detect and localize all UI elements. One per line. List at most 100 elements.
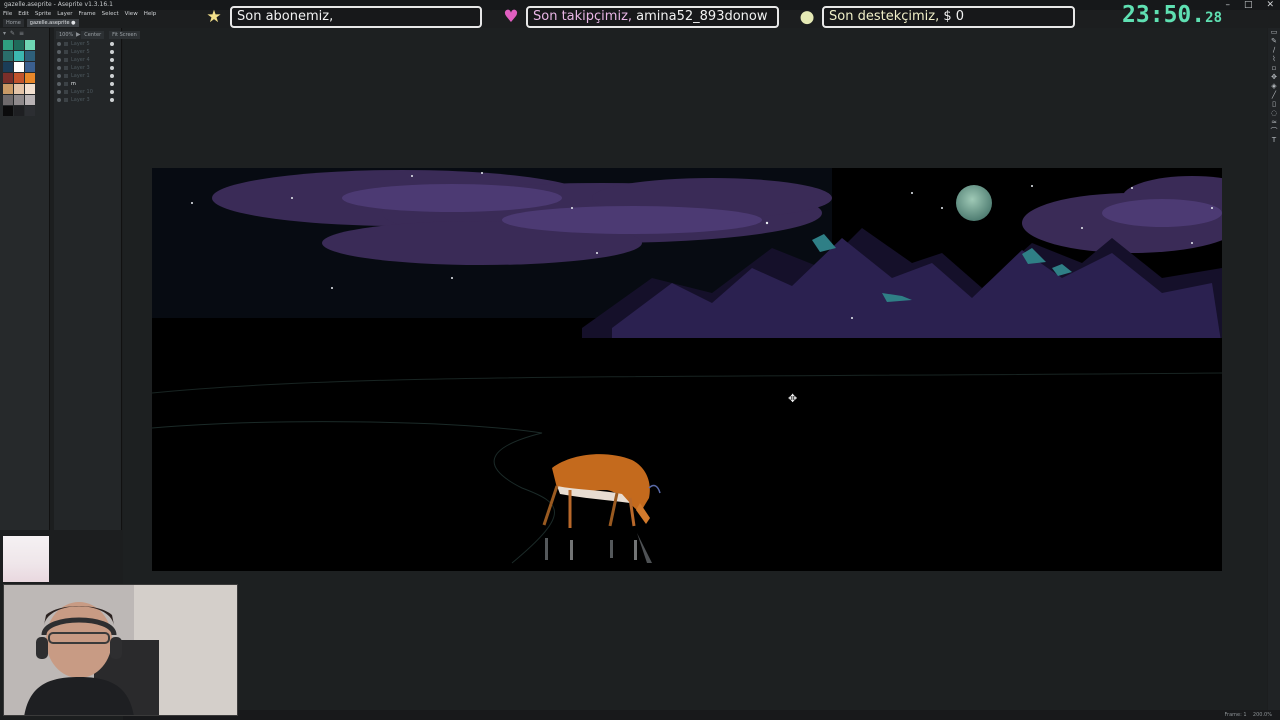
palette-swatch[interactable] (25, 106, 35, 116)
cel-dot-icon[interactable] (110, 66, 114, 70)
contour-tool-icon[interactable]: ⌒ (1268, 127, 1280, 136)
layer-row[interactable]: Layer 3 (54, 96, 121, 104)
lock-icon[interactable] (64, 82, 68, 86)
layer-row[interactable]: Layer 4 (54, 56, 121, 64)
blur-tool-icon[interactable]: ≈ (1268, 118, 1280, 127)
visibility-icon[interactable] (57, 50, 61, 54)
palette-swatch[interactable] (14, 73, 24, 83)
follower-name: amina52_893donow (636, 9, 768, 24)
last-follower-bar: Son takipçimiz, amina52_893donow (526, 6, 779, 28)
palette-swatch[interactable] (3, 51, 13, 61)
lock-icon[interactable] (64, 90, 68, 94)
layer-row[interactable]: m (54, 80, 121, 88)
palette-toolbar: ▾ ✎ ≡ (0, 28, 49, 38)
palette-swatch[interactable] (3, 40, 13, 50)
editor-tab[interactable]: 100% (56, 31, 77, 39)
menu-frame[interactable]: Frame (79, 10, 96, 19)
menu-help[interactable]: Help (144, 10, 157, 19)
layer-list: Layer 5 Layer 5 Layer 4 Layer 3 Layer 1 m Laye… (54, 40, 121, 104)
lock-icon[interactable] (64, 50, 68, 54)
palette-swatch[interactable] (3, 73, 13, 83)
palette-sort-icon[interactable]: ≡ (19, 30, 24, 37)
zoom-level[interactable]: 200.0% (1253, 712, 1272, 718)
text-tool-icon[interactable]: T (1268, 136, 1280, 145)
palette-options-icon[interactable]: ▾ (3, 30, 6, 37)
visibility-icon[interactable] (57, 42, 61, 46)
visibility-icon[interactable] (57, 66, 61, 70)
cel-dot-icon[interactable] (110, 42, 114, 46)
layer-row[interactable]: Layer 5 (54, 40, 121, 48)
lock-icon[interactable] (64, 74, 68, 78)
palette-panel: ▾ ✎ ≡ (0, 28, 50, 530)
visibility-icon[interactable] (57, 90, 61, 94)
sprite-canvas[interactable] (152, 168, 1222, 571)
lock-icon[interactable] (64, 66, 68, 70)
palette-swatch[interactable] (14, 106, 24, 116)
cel-dot-icon[interactable] (110, 98, 114, 102)
menu-sprite[interactable]: Sprite (35, 10, 51, 19)
lock-icon[interactable] (64, 58, 68, 62)
brush-tool-icon[interactable]: ∕ (1268, 46, 1280, 55)
palette-swatch[interactable] (14, 51, 24, 61)
menu-edit[interactable]: Edit (18, 10, 29, 19)
subscriber-label: Son abonemiz, (237, 9, 334, 24)
menu-view[interactable]: View (125, 10, 138, 19)
pencil-tool-icon[interactable]: ✎ (1268, 37, 1280, 46)
menu-file[interactable]: File (3, 10, 12, 19)
tool-bar: ▭ ✎ ∕ ⌇ ▫ ✥ ◈ ╱ ▯ ◌ ≈ ⌒ T (1268, 28, 1280, 718)
layer-row[interactable]: Layer 3 (54, 64, 121, 72)
visibility-icon[interactable] (57, 98, 61, 102)
palette-swatch[interactable] (3, 62, 13, 72)
palette-swatch[interactable] (25, 84, 35, 94)
layer-row[interactable]: Layer 5 (54, 48, 121, 56)
palette-swatch[interactable] (25, 51, 35, 61)
visibility-icon[interactable] (57, 82, 61, 86)
clock-main: 23:50. (1122, 2, 1206, 28)
palette-swatch[interactable] (14, 62, 24, 72)
line-tool-icon[interactable]: ╱ (1268, 91, 1280, 100)
palette-swatch[interactable] (3, 95, 13, 105)
marquee-tool-icon[interactable]: ▭ (1268, 28, 1280, 37)
palette-swatch[interactable] (25, 62, 35, 72)
visibility-icon[interactable] (57, 74, 61, 78)
fill-tool-icon[interactable]: ◈ (1268, 82, 1280, 91)
layer-row[interactable]: Layer 10 (54, 88, 121, 96)
palette-swatch[interactable] (3, 84, 13, 94)
lasso-tool-icon[interactable]: ◌ (1268, 109, 1280, 118)
document-tabs: Home gazelle.aseprite ● (0, 19, 200, 27)
close-button[interactable]: ✕ (1266, 0, 1274, 10)
menu-layer[interactable]: Layer (57, 10, 72, 19)
lock-icon[interactable] (64, 98, 68, 102)
palette-swatch[interactable] (14, 84, 24, 94)
cel-dot-icon[interactable] (110, 90, 114, 94)
palette-swatch[interactable] (25, 95, 35, 105)
editor-tab[interactable]: Center (81, 31, 105, 39)
palette-swatch[interactable] (25, 40, 35, 50)
visibility-icon[interactable] (57, 58, 61, 62)
move-tool-icon[interactable]: ✥ (1268, 73, 1280, 82)
cel-dot-icon[interactable] (110, 58, 114, 62)
maximize-button[interactable]: □ (1244, 0, 1253, 10)
layer-name: Layer 3 (71, 97, 90, 103)
lock-icon[interactable] (64, 42, 68, 46)
editor-tab[interactable]: Fit Screen (109, 31, 140, 39)
tab-gazelle[interactable]: gazelle.aseprite ● (26, 19, 79, 27)
palette-swatch[interactable] (14, 40, 24, 50)
eyedropper-tool-icon[interactable]: ⌇ (1268, 55, 1280, 64)
palette-swatch[interactable] (3, 106, 13, 116)
minimize-button[interactable]: – (1225, 0, 1230, 10)
layer-row[interactable]: Layer 1 (54, 72, 121, 80)
palette-edit-icon[interactable]: ✎ (10, 30, 15, 37)
cel-dot-icon[interactable] (110, 74, 114, 78)
color-preview[interactable] (3, 536, 49, 582)
cel-dot-icon[interactable] (110, 50, 114, 54)
frame-input[interactable]: 1 (1243, 712, 1246, 718)
menu-bar: File Edit Sprite Layer Frame Select View… (0, 10, 200, 19)
cel-dot-icon[interactable] (110, 82, 114, 86)
tab-home[interactable]: Home (3, 19, 24, 27)
eraser-tool-icon[interactable]: ▫ (1268, 64, 1280, 73)
rect-tool-icon[interactable]: ▯ (1268, 100, 1280, 109)
menu-select[interactable]: Select (102, 10, 119, 19)
palette-swatch[interactable] (14, 95, 24, 105)
palette-swatch[interactable] (25, 73, 35, 83)
